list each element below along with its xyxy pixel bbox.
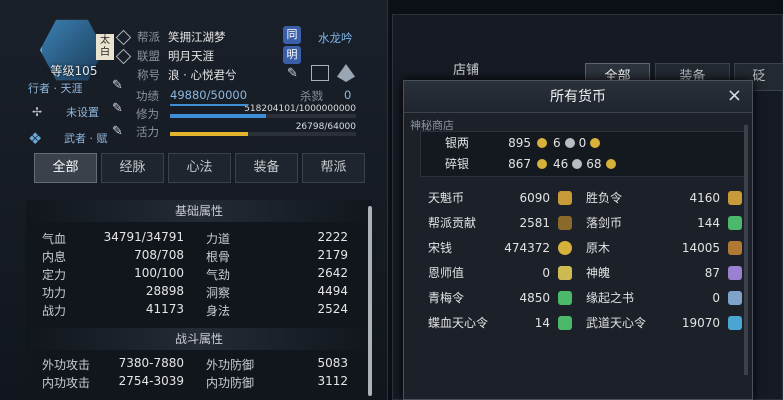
attr-row: 内息 708/708 根骨 2179 bbox=[42, 248, 348, 264]
stats-block: 功绩 49880/50000 杀戮 0 修为 518204101/1000000… bbox=[136, 88, 356, 140]
martial-icon: ❖ bbox=[28, 128, 43, 148]
attr-row: 内功攻击 2754-3039 内功防御 3112 bbox=[42, 374, 348, 390]
gold-coin-icon bbox=[537, 158, 547, 169]
barcode-icon[interactable] bbox=[311, 65, 329, 81]
info-key: 联盟 bbox=[137, 49, 160, 63]
attr-row: 功力 28898 洞察 4494 bbox=[42, 284, 348, 300]
sword-token-icon bbox=[728, 215, 742, 230]
combat-attributes: 外功攻击 7380-7880 外功防御 5083 内功攻击 2754-3039 内功防御 3… bbox=[26, 350, 372, 392]
silver-row: 银两 895 6 0 bbox=[421, 132, 745, 153]
attr-row: 战力 41173 身法 2524 bbox=[42, 302, 348, 318]
currency-row: 天魁币 6090 胜负令 4160 bbox=[420, 185, 746, 210]
info-key: 称号 bbox=[137, 68, 160, 82]
stat-merit: 功绩 49880/50000 杀戮 0 bbox=[136, 88, 352, 103]
alliance-tag[interactable]: 明 bbox=[283, 46, 301, 64]
broken-silver-row: 碎银 867 46 68 bbox=[421, 153, 745, 174]
tab-equipment[interactable]: 装备 bbox=[235, 153, 298, 183]
edit-icon[interactable]: ✎ bbox=[112, 124, 123, 139]
attr-row: 外功攻击 7380-7880 外功防御 5083 bbox=[42, 356, 348, 372]
currency-row: 宋钱 474372 原木 14005 bbox=[420, 235, 746, 260]
attr-row: 定力 100/100 气劲 2642 bbox=[42, 266, 348, 282]
shop-label: 店铺 bbox=[453, 63, 480, 78]
currency-list: 天魁币 6090 胜负令 4160 帮派贡献 2581 落剑币 144 宋钱 474372… bbox=[420, 185, 746, 335]
close-button[interactable]: × bbox=[727, 85, 742, 106]
role-label: 未设置 bbox=[66, 106, 99, 119]
tab-bar: 全部 经脉 心法 装备 帮派 bbox=[34, 153, 365, 183]
info-value: 笑拥江湖梦 bbox=[168, 30, 226, 44]
merit-bar bbox=[170, 104, 248, 106]
martial-token-icon bbox=[728, 315, 742, 330]
section-title-basic: 基础属性 bbox=[26, 200, 372, 222]
role-item[interactable]: ✢ 未设置 bbox=[28, 100, 108, 124]
role-label: 行者 · 天涯 bbox=[28, 82, 83, 95]
info-value: 明月天涯 bbox=[168, 49, 214, 63]
copper-coin-icon bbox=[590, 137, 601, 148]
edit-icon[interactable]: ✎ bbox=[112, 101, 123, 116]
dialog-scrollbar[interactable] bbox=[744, 125, 748, 375]
info-row-title: 称号 浪 · 心悦君兮 bbox=[118, 66, 308, 84]
song-coin-icon bbox=[558, 240, 572, 255]
diamond-icon bbox=[115, 48, 132, 64]
currency-row: 恩师值 0 神魄 87 bbox=[420, 260, 746, 285]
info-row-alliance: 联盟 明月天涯 bbox=[115, 47, 308, 65]
tab-mind-methods[interactable]: 心法 bbox=[168, 153, 231, 183]
alias-text: 水龙吟 bbox=[318, 31, 353, 45]
role-item[interactable]: ❖ 武者 · 赋 bbox=[28, 124, 108, 152]
token-icon bbox=[558, 190, 572, 205]
stat-vitality: 活力 26798/64000 bbox=[136, 122, 356, 139]
info-value: 浪 · 心悦君兮 bbox=[168, 68, 237, 82]
role-label: 武者 · 赋 bbox=[64, 132, 108, 145]
attr-row: 气血 34791/34791 力道 2222 bbox=[42, 230, 348, 246]
currency-dialog: 所有货币 × 神秘商店 银两 895 6 0 碎银 867 46 68 天魁币 6… bbox=[403, 80, 753, 400]
copper-coin-icon bbox=[605, 158, 616, 169]
soul-gem-icon bbox=[728, 265, 742, 280]
currency-row: 青梅令 4850 缘起之书 0 bbox=[420, 285, 746, 310]
book-icon bbox=[728, 290, 742, 305]
character-panel: 等级105 太白 行者 · 天涯 ✢ 未设置 ❖ 武者 · 赋 ✎ ✎ ✎ 帮派… bbox=[0, 0, 388, 400]
plum-token-icon bbox=[558, 290, 572, 305]
fan-icon: ✢ bbox=[32, 105, 43, 119]
guild-token-icon bbox=[558, 215, 572, 230]
diamond-icon bbox=[115, 29, 132, 45]
section-title-combat: 战斗属性 bbox=[26, 328, 372, 350]
attributes-panel: 基础属性 气血 34791/34791 力道 2222 内息 708/708 根骨 2179… bbox=[26, 200, 372, 400]
guild-info: 帮派 笑拥江湖梦 联盟 明月天涯 称号 浪 · 心悦君兮 bbox=[115, 28, 308, 84]
role-list: 行者 · 天涯 ✢ 未设置 ❖ 武者 · 赋 bbox=[28, 76, 108, 152]
tab-meridians[interactable]: 经脉 bbox=[101, 153, 164, 183]
silver-block: 银两 895 6 0 碎银 867 46 68 bbox=[420, 131, 746, 177]
tab-all[interactable]: 全部 bbox=[34, 153, 97, 183]
title-edit-icon[interactable]: ✎ bbox=[287, 66, 298, 81]
log-icon bbox=[728, 240, 742, 255]
currency-row: 蝶血天心令 14 武道天心令 19070 bbox=[420, 310, 746, 335]
sect-tag[interactable]: 同 bbox=[283, 26, 301, 44]
silver-coin-icon bbox=[572, 158, 583, 169]
jade-token-icon bbox=[558, 315, 572, 330]
role-item[interactable]: 行者 · 天涯 bbox=[28, 76, 108, 100]
stat-cultivation: 修为 518204101/1000000000 bbox=[136, 104, 356, 121]
info-key: 帮派 bbox=[137, 30, 160, 44]
cultivation-bar bbox=[170, 114, 356, 118]
gold-coin-icon bbox=[537, 137, 547, 148]
token-icon bbox=[728, 190, 742, 205]
dialog-title: 所有货币 bbox=[404, 81, 752, 113]
currency-row: 帮派贡献 2581 落剑币 144 bbox=[420, 210, 746, 235]
shirt-icon[interactable] bbox=[337, 64, 355, 82]
vitality-bar bbox=[170, 132, 356, 136]
basic-attributes: 气血 34791/34791 力道 2222 内息 708/708 根骨 2179 定力 10… bbox=[26, 222, 372, 320]
sect-badge: 太白 bbox=[96, 34, 114, 60]
mentor-icon bbox=[558, 265, 572, 280]
tab-guild[interactable]: 帮派 bbox=[302, 153, 365, 183]
info-row-guild: 帮派 笑拥江湖梦 bbox=[115, 28, 308, 46]
silver-coin-icon bbox=[564, 137, 575, 148]
scrollbar[interactable] bbox=[368, 206, 372, 396]
